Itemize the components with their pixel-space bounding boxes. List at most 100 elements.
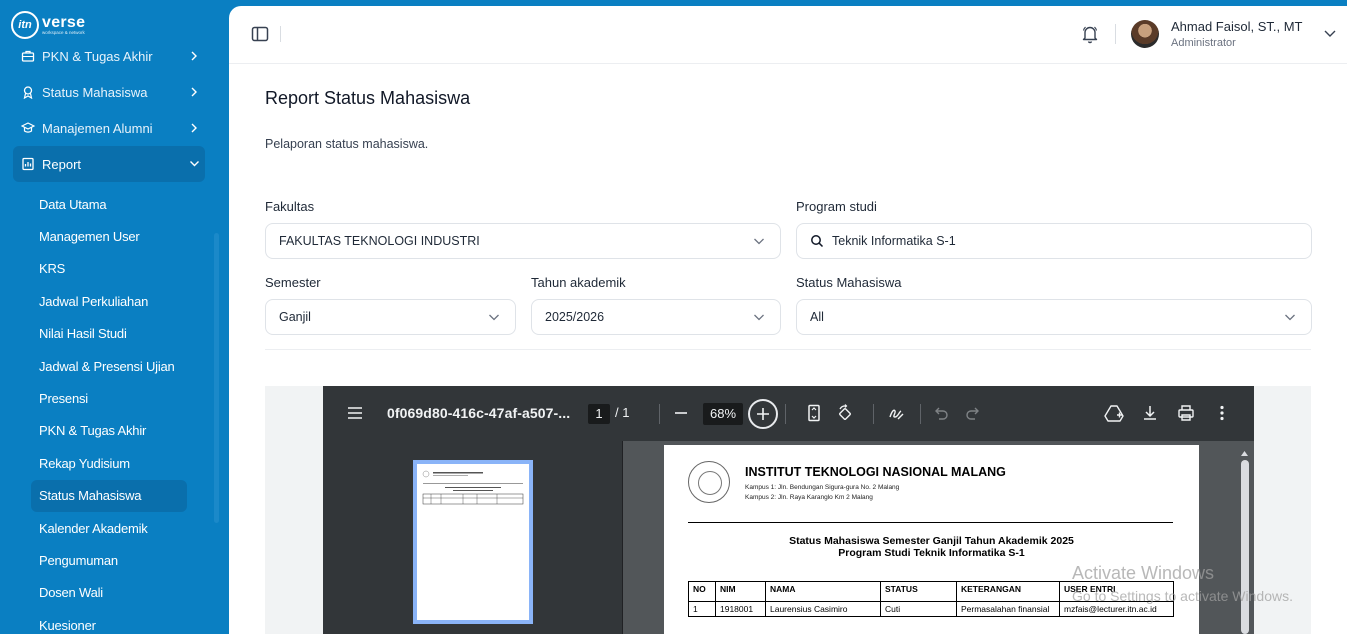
semester-label: Semester [265,275,321,290]
sidebar-toggle-icon[interactable] [251,26,269,42]
doc-title-1: Status Mahasiswa Semester Ganjil Tahun A… [789,535,1074,547]
prodi-search-input[interactable]: Teknik Informatika S-1 [796,223,1312,259]
sidebar-subitem-krs[interactable]: KRS [31,253,191,285]
report-submenu: Data Utama Managemen User KRS Jadwal Perkul… [31,188,191,634]
semester-select[interactable]: Ganjil [265,299,516,335]
col-header: NAMA [765,581,881,602]
menu-icon[interactable] [347,406,363,420]
logo-mark: itn [11,11,39,39]
briefcase-icon [21,49,35,63]
tahun-akademik-value: 2025/2026 [545,310,605,324]
status-mahasiswa-label: Status Mahasiswa [796,275,902,290]
sidebar-subitem-jadwal-perkuliahan[interactable]: Jadwal Perkuliahan [31,285,191,317]
notification-bell-icon[interactable] [1081,24,1099,44]
table-cell: 1 [688,601,716,617]
chevron-down-icon [752,310,766,324]
zoom-in-icon[interactable] [748,399,778,429]
sidebar-item-manajemen-alumni[interactable]: Manajemen Alumni [13,110,205,146]
main-panel: Ahmad Faisol, ST., MT Administrator Repo… [229,6,1347,634]
divider [920,404,921,424]
sidebar-subitem-pkn-tugas-akhir[interactable]: PKN & Tugas Akhir [31,415,191,447]
chevron-down-icon [752,234,766,248]
sidebar-item-status-mahasiswa[interactable]: Status Mahasiswa [13,74,205,110]
page-thumbnail[interactable] [413,460,533,624]
doc-title-2: Program Studi Teknik Informatika S-1 [838,547,1025,559]
print-icon[interactable] [1177,404,1195,422]
table-cell: Permasalahan finansial [956,601,1060,617]
fit-page-icon[interactable] [805,404,823,422]
col-header: NO [688,581,716,602]
status-mahasiswa-select[interactable]: All [796,299,1312,335]
sidebar-item-pkn-tugas-akhir[interactable]: PKN & Tugas Akhir [13,38,205,74]
redo-icon[interactable] [964,404,982,422]
search-icon [810,234,824,248]
scroll-up-icon[interactable] [1240,448,1249,458]
table-cell: 1918001 [715,601,766,617]
sidebar-subitem-managemen-user[interactable]: Managemen User [31,220,191,252]
sidebar-subitem-rekap-yudisium[interactable]: Rekap Yudisium [31,447,191,479]
chevron-down-icon [487,310,501,324]
sidebar-scrollbar[interactable] [214,233,219,523]
annotate-icon[interactable] [887,404,905,422]
col-header: KETERANGAN [956,581,1060,602]
col-header: NIM [715,581,766,602]
divider [785,404,786,424]
prodi-value: Teknik Informatika S-1 [832,234,956,248]
avatar[interactable] [1131,20,1159,48]
tahun-akademik-label: Tahun akademik [531,275,626,290]
divider [659,404,660,424]
sidebar-subitem-kalender-akademik[interactable]: Kalender Akademik [31,512,191,544]
divider [1115,24,1116,44]
sidebar-subitem-presensi[interactable]: Presensi [31,382,191,414]
tahun-akademik-select[interactable]: 2025/2026 [531,299,781,335]
divider [265,349,1311,350]
rotate-icon[interactable] [836,404,854,422]
sidebar-item-label: Status Mahasiswa [42,84,148,100]
chevron-down-icon [183,157,205,172]
zoom-out-icon[interactable] [673,405,689,421]
page-number-input[interactable]: 1 [588,404,610,424]
pdf-scrollbar[interactable] [1240,445,1249,634]
undo-icon[interactable] [932,404,950,422]
prodi-label: Program studi [796,199,877,214]
activate-windows-title: Activate Windows [1072,563,1215,583]
download-icon[interactable] [1141,404,1159,422]
app-logo[interactable]: itn verse workspace & network [11,11,85,39]
table-cell: Laurensius Casimiro [765,601,881,617]
page-total: / 1 [615,405,630,420]
sidebar-item-label: PKN & Tugas Akhir [42,48,153,64]
top-bar: Ahmad Faisol, ST., MT Administrator [229,6,1347,64]
chevron-down-icon[interactable] [1323,26,1337,40]
report-icon [21,157,35,171]
pdf-scrollbar-thumb[interactable] [1241,460,1249,634]
pdf-filename: 0f069d80-416c-47af-a507-... [387,405,571,421]
sidebar-item-report[interactable]: Report [13,146,205,182]
fakultas-label: Fakultas [265,199,315,214]
sidebar-subitem-pengumuman[interactable]: Pengumuman [31,544,191,576]
save-to-drive-icon[interactable] [1104,404,1124,422]
award-icon [21,85,35,99]
divider [873,404,874,424]
sidebar-subitem-jadwal-presensi-ujian[interactable]: Jadwal & Presensi Ujian [31,350,191,382]
graduation-cap-icon [21,121,35,135]
fakultas-select[interactable]: FAKULTAS TEKNOLOGI INDUSTRI [265,223,781,259]
sidebar-subitem-kuesioner[interactable]: Kuesioner [31,609,191,634]
page-subtitle: Pelaporan status mahasiswa. [265,137,429,151]
table-cell: Cuti [880,601,957,617]
doc-rule [688,522,1173,523]
sidebar-subitem-nilai-hasil-studi[interactable]: Nilai Hasil Studi [31,318,191,350]
pdf-toolbar: 0f069d80-416c-47af-a507-... 1 / 1 68% [323,386,1254,441]
sidebar-subitem-data-utama[interactable]: Data Utama [31,188,191,220]
user-name[interactable]: Ahmad Faisol, ST., MT [1171,19,1302,34]
logo-tagline: workspace & network [42,29,85,35]
user-role: Administrator [1171,37,1236,49]
zoom-level-input[interactable]: 68% [703,403,743,425]
logo-wordmark: verse [42,13,86,31]
chevron-right-icon [183,49,205,64]
sidebar-subitem-dosen-wali[interactable]: Dosen Wali [31,577,191,609]
sidebar-subitem-status-mahasiswa[interactable]: Status Mahasiswa [31,479,187,512]
more-vert-icon[interactable] [1213,404,1231,422]
sidebar-nav: PKN & Tugas Akhir Status Mahasiswa Manaj… [13,38,205,182]
sidebar-item-label: Manajemen Alumni [42,120,153,136]
activate-windows-subtitle: Go to Settings to activate Windows. [1072,588,1293,604]
